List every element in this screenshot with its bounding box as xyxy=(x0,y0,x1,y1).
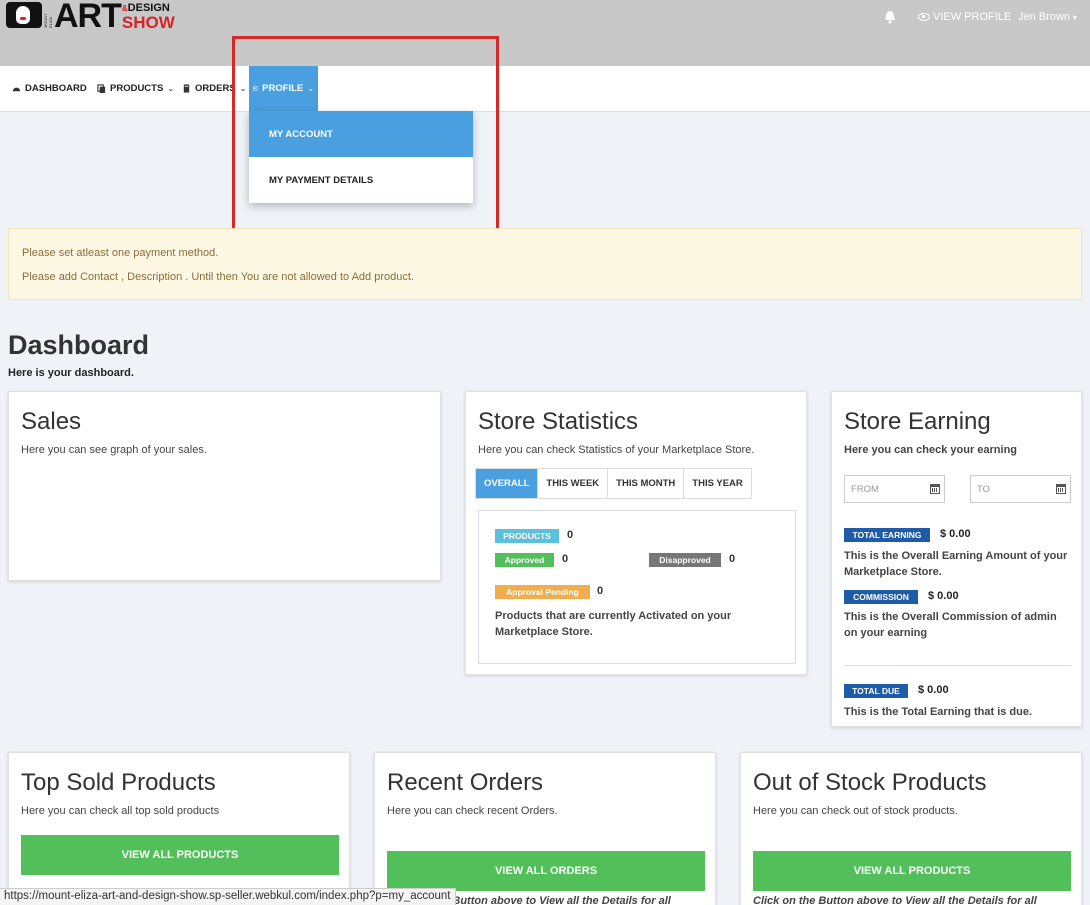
approval-pending-badge: Approval Pending xyxy=(495,585,590,599)
user-menu[interactable]: Jen Brown ▾ xyxy=(1018,11,1077,23)
card-description: Here you can check your earning xyxy=(844,444,1018,456)
to-date-input[interactable]: TO xyxy=(970,475,1071,503)
card-description: Here you can check out of stock products… xyxy=(753,805,958,817)
chevron-down-icon: ⌄ xyxy=(167,84,175,93)
chevron-down-icon: ▾ xyxy=(1072,13,1077,22)
logo-show-text: SHOW xyxy=(121,13,175,32)
page-title: Dashboard xyxy=(8,330,150,360)
nav-dashboard[interactable]: DASHBOARD xyxy=(12,66,87,111)
card-title: Out of Stock Products xyxy=(753,769,987,796)
view-all-orders-button[interactable]: VIEW ALL ORDERS xyxy=(387,851,705,891)
card-description: Here you can see graph of your sales. xyxy=(21,444,207,456)
products-icon xyxy=(97,84,106,93)
card-description: Here you can check recent Orders. xyxy=(387,805,558,817)
logo-tagline: MOUNT ELIZA xyxy=(43,13,53,28)
profile-dropdown: MY ACCOUNT MY PAYMENT DETAILS xyxy=(249,111,473,203)
card-title: Top Sold Products xyxy=(21,769,216,796)
disapproved-count: 0 xyxy=(729,553,736,565)
tab-this-month[interactable]: THIS MONTH xyxy=(608,469,685,498)
total-due-value: $ 0.00 xyxy=(918,684,949,696)
dashboard-icon xyxy=(12,87,21,92)
products-count: 0 xyxy=(567,529,574,541)
products-badge: PRODUCTS xyxy=(495,529,559,543)
out-of-stock-note: Click on the Button above to View all th… xyxy=(753,895,1037,905)
view-all-products-button[interactable]: VIEW ALL PRODUCTS xyxy=(21,835,339,875)
statistics-panel: PRODUCTS 0 Approved 0 Disapproved 0 Appr… xyxy=(478,510,796,664)
disapproved-badge: Disapproved xyxy=(649,553,721,567)
tab-this-week[interactable]: THIS WEEK xyxy=(538,469,609,498)
main-nav: DASHBOARD PRODUCTS ⌄ ORDERS ⌄ PROFILE ⌄ xyxy=(0,66,1090,112)
orders-icon xyxy=(183,84,190,93)
commission-badge: COMMISSION xyxy=(844,590,918,604)
divider xyxy=(844,665,1071,666)
sales-card: Sales Here you can see graph of your sal… xyxy=(8,391,441,581)
total-earning-badge: TOTAL EARNING xyxy=(844,528,930,542)
store-earning-card: Store Earning Here you can check your ea… xyxy=(831,391,1082,727)
card-description: Here you can check Statistics of your Ma… xyxy=(478,444,755,456)
total-due-badge: TOTAL DUE xyxy=(844,684,908,698)
alert-line-contact: Please add Contact , Description . Until… xyxy=(22,271,414,283)
nav-profile[interactable]: PROFILE ⌄ xyxy=(249,66,318,111)
profile-card-icon xyxy=(253,86,259,91)
tab-overall[interactable]: OVERALL xyxy=(476,469,539,498)
nav-orders[interactable]: ORDERS ⌄ xyxy=(182,66,246,111)
card-title: Recent Orders xyxy=(387,769,544,796)
logo-face-icon xyxy=(6,2,42,28)
bell-icon[interactable] xyxy=(884,10,896,24)
menu-item-my-account[interactable]: MY ACCOUNT xyxy=(249,111,473,157)
out-of-stock-card: Out of Stock Products Here you can check… xyxy=(740,752,1082,905)
logo-art-text: ART xyxy=(54,0,122,35)
recent-orders-card: Recent Orders Here you can check recent … xyxy=(374,752,716,905)
from-date-input[interactable]: FROM xyxy=(844,475,945,503)
card-title: Sales xyxy=(21,408,82,435)
commission-text: This is the Overall Commission of admin … xyxy=(844,611,1057,639)
total-earning-text: This is the Overall Earning Amount of yo… xyxy=(844,550,1068,578)
total-due-text: This is the Total Earning that is due. xyxy=(844,706,1033,718)
calendar-icon[interactable] xyxy=(930,484,940,494)
chevron-down-icon: ⌄ xyxy=(239,84,247,93)
eye-icon xyxy=(918,13,930,21)
nav-products[interactable]: PRODUCTS ⌄ xyxy=(97,66,174,111)
commission-value: $ 0.00 xyxy=(928,590,959,602)
store-statistics-card: Store Statistics Here you can check Stat… xyxy=(465,391,807,675)
approved-badge: Approved xyxy=(495,553,554,567)
approved-count: 0 xyxy=(562,553,569,565)
warning-alert: Please set atleast one payment method. P… xyxy=(8,228,1082,300)
alert-line-payment: Please set atleast one payment method. xyxy=(22,247,219,259)
approval-pending-count: 0 xyxy=(597,585,604,597)
page-subtitle: Here is your dashboard. xyxy=(8,367,134,379)
menu-item-my-payment-details[interactable]: MY PAYMENT DETAILS xyxy=(249,157,473,203)
statistics-note: Products that are currently Activated on… xyxy=(495,610,732,638)
view-all-out-of-stock-button[interactable]: VIEW ALL PRODUCTS xyxy=(753,851,1071,891)
top-sold-products-card: Top Sold Products Here you can check all… xyxy=(8,752,350,905)
calendar-icon[interactable] xyxy=(1056,484,1066,494)
top-header: MOUNT ELIZA ART &DESIGN SHOW VIEW PROFIL… xyxy=(0,0,1090,66)
card-title: Store Earning xyxy=(844,408,991,435)
card-title: Store Statistics xyxy=(478,408,639,435)
period-tabs: OVERALL THIS WEEK THIS MONTH THIS YEAR xyxy=(475,468,752,499)
view-profile-link[interactable]: VIEW PROFILE xyxy=(918,11,1011,23)
card-description: Here you can check all top sold products xyxy=(21,805,220,817)
browser-status-url: https://mount-eliza-art-and-design-show.… xyxy=(0,888,456,905)
total-earning-value: $ 0.00 xyxy=(940,528,971,540)
tab-this-year[interactable]: THIS YEAR xyxy=(684,469,751,498)
chevron-down-icon: ⌄ xyxy=(307,84,314,93)
site-logo[interactable]: MOUNT ELIZA ART &DESIGN SHOW xyxy=(6,0,175,35)
